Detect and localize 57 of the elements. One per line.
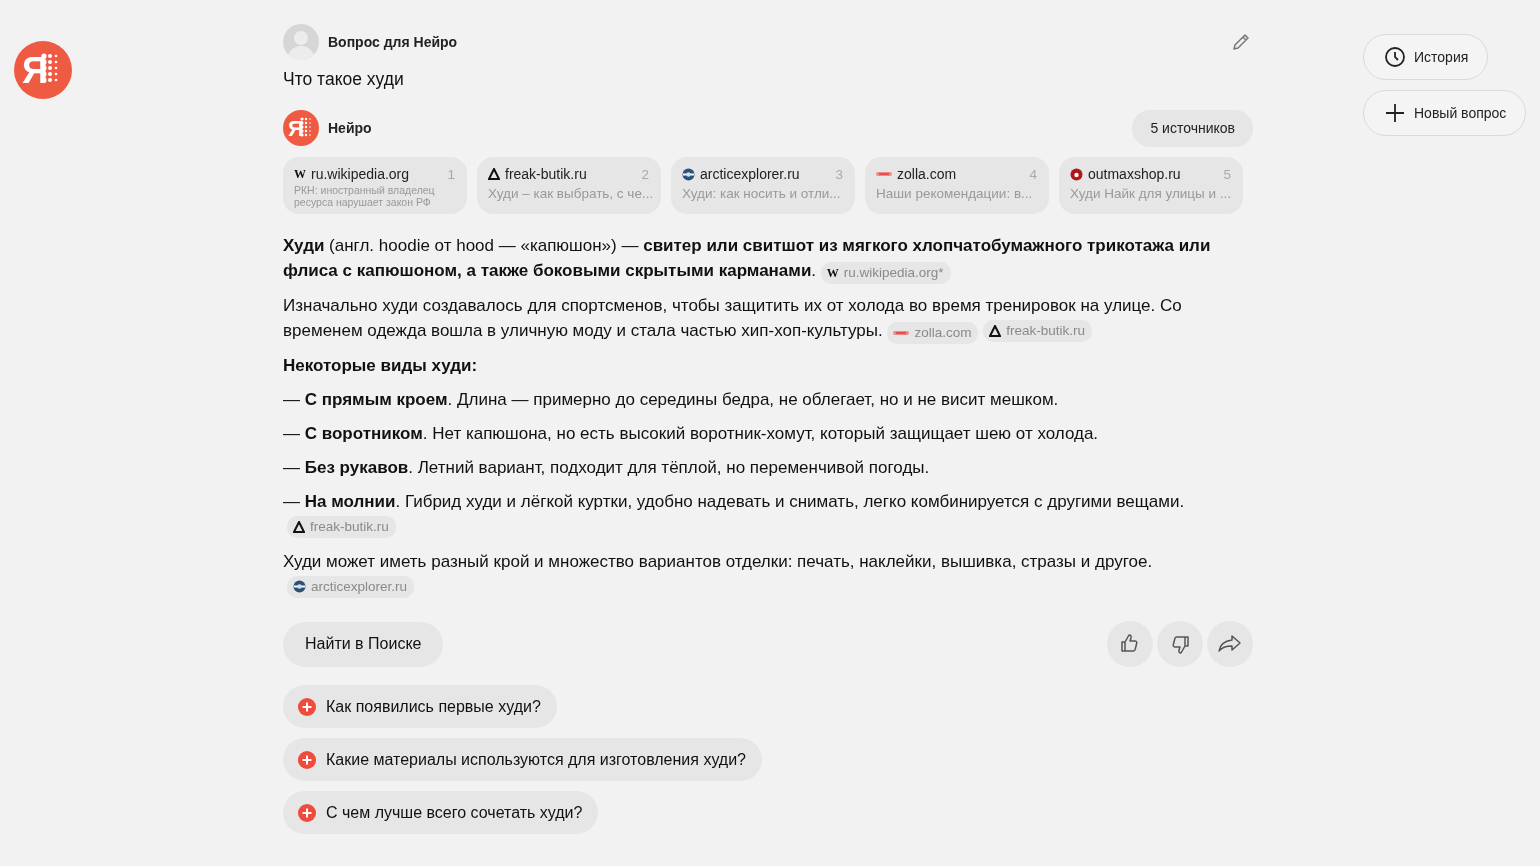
- plus-icon: [298, 750, 316, 769]
- source-domain: arcticexplorer.ru: [700, 166, 801, 182]
- source-snippet: Наши рекомендации: в...: [876, 186, 1034, 201]
- list-item: — На молнии. Гибрид худи и лёгкой куртки, удобно надевать и снимать, легко комбинируется с другими вещами.: [283, 492, 1185, 512]
- w-icon: W: [294, 168, 306, 180]
- clock-icon: [1384, 46, 1406, 68]
- circle-icon: [1070, 167, 1083, 181]
- share-button[interactable]: [1207, 621, 1253, 668]
- triangle-icon: [293, 521, 305, 534]
- new-question-button[interactable]: Новый вопрос: [1363, 90, 1527, 136]
- plus-icon: [1384, 102, 1406, 124]
- plus-icon: [298, 697, 316, 716]
- source-number: 1: [447, 166, 455, 182]
- history-button[interactable]: История: [1363, 34, 1489, 80]
- source-card[interactable]: arcticexplorer.ru 3 Худи: как носить и отли...: [671, 157, 855, 214]
- plus-icon: [298, 803, 316, 822]
- paragraph: Изначально худи создавалось для спортсменов, чтобы защитить их от холода во время тренировок на улице. Со временем одежда вошла в уличную моду и стала частью хип-хоп-культуры. zolla.com freak-butik.ru: [283, 293, 1253, 345]
- globe-icon: [682, 167, 695, 181]
- logo-icon: [876, 170, 892, 178]
- warning-text: РКН: иностранный владелец ресурса нарушает закон РФ: [294, 185, 436, 208]
- answer-author: Нейро: [328, 120, 372, 136]
- section-heading: Некоторые виды худи:: [283, 356, 478, 376]
- source-card[interactable]: outmaxshop.ru 5 Худи Найк для улицы и ...: [1059, 157, 1243, 214]
- source-domain: outmaxshop.ru: [1088, 166, 1182, 182]
- search-button[interactable]: Найти в Поиске: [283, 621, 444, 667]
- source-number: 4: [1029, 166, 1037, 182]
- avatar: [283, 24, 319, 60]
- sources-button[interactable]: 5 источников: [1132, 109, 1253, 147]
- list-item: — С прямым кроем. Длина — примерно до середины бедра, не облегает, но и не висит мешком.: [283, 390, 1059, 410]
- source-snippet: Худи: как носить и отли...: [682, 186, 842, 201]
- source-domain: freak-butik.ru: [505, 166, 588, 182]
- globe-icon: [293, 580, 306, 594]
- source-number: 3: [835, 166, 843, 182]
- list-item: — С воротником. Нет капюшона, но есть высокий воротник-хомут, который защищает шею от холода.: [283, 424, 1099, 444]
- source-card[interactable]: zolla.com 4 Наши рекомендации: в...: [865, 157, 1049, 214]
- source-domain: ru.wikipedia.org: [311, 166, 411, 182]
- source-card[interactable]: W ru.wikipedia.org 1 РКН: иностранный владелец ресурса нарушает закон РФ: [283, 157, 467, 214]
- list-item: — Без рукавов. Летний вариант, подходит для тёплой, но переменчивой погоды.: [283, 458, 930, 478]
- triangle-icon: [488, 168, 500, 180]
- source-snippet: Худи Найк для улицы и ...: [1070, 186, 1231, 201]
- dislike-button[interactable]: [1157, 621, 1203, 668]
- source-number: 2: [641, 166, 649, 182]
- source-number: 5: [1223, 166, 1231, 182]
- w-icon: W: [826, 267, 839, 279]
- paragraph: Худи (англ. hoodie от hood — «капюшон») — свитер или свитшот из мягкого хлопчатобумажного трикотажа или флиса с капюшоном, а также боковыми скрытыми карманами. W ru.wikipedia.org*: [283, 233, 1253, 284]
- edit-icon[interactable]: [1231, 32, 1251, 52]
- source-card[interactable]: freak-butik.ru 2 Худи – как выбрать, с че...: [477, 157, 661, 214]
- question-author: Вопрос для Нейро: [328, 34, 458, 50]
- suggestion-button[interactable]: С чем лучше всего сочетать худи?: [283, 791, 599, 835]
- like-button[interactable]: [1107, 621, 1153, 668]
- suggestion-button[interactable]: Как появились первые худи?: [283, 685, 557, 729]
- triangle-icon: [989, 325, 1002, 338]
- source-link[interactable]: W ru.wikipedia.org*: [820, 262, 951, 284]
- paragraph: Худи может иметь разный крой и множество вариантов отделки: печать, наклейки, вышивка, стразы и другое.: [283, 551, 1154, 574]
- question-text: Что такое худи: [283, 69, 405, 90]
- source-domain: zolla.com: [897, 166, 958, 182]
- suggestion-button[interactable]: Какие материалы используются для изготовления худи?: [283, 738, 762, 782]
